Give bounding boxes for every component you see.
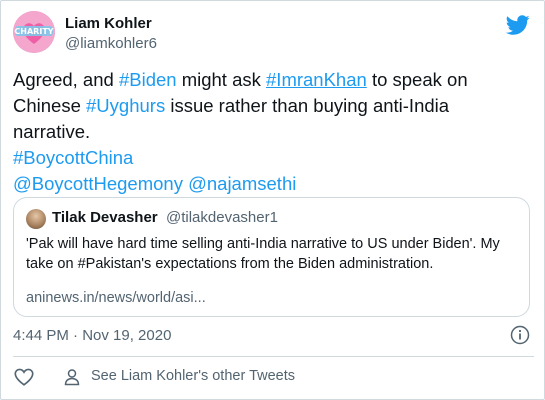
tweet-header: CHARITY Liam Kohler @liamkohler6: [13, 11, 534, 55]
mention-najamsethi[interactable]: @najamsethi: [188, 173, 296, 194]
hashtag-biden[interactable]: #Biden: [119, 69, 177, 90]
author-handle[interactable]: @liamkohler6: [65, 35, 157, 52]
mention-boycotthegemony[interactable]: @BoycottHegemony: [13, 173, 183, 194]
quoted-tweet[interactable]: Tilak Devasher @tilakdevasher1 'Pak will…: [13, 197, 530, 317]
see-other-tweets-label: See Liam Kohler's other Tweets: [91, 368, 295, 384]
quoted-text: 'Pak will have hard time selling anti-In…: [26, 236, 500, 272]
hashtag-uyghurs[interactable]: #Uyghurs: [86, 95, 165, 116]
tweet-line-1: Agreed, and #Biden might ask #ImranKhan …: [13, 67, 528, 93]
divider: [13, 356, 534, 357]
text-segment: Chinese: [13, 95, 87, 116]
author-name[interactable]: Liam Kohler: [65, 15, 152, 32]
quoted-author-name: Tilak Devasher: [52, 209, 158, 226]
tweet-line-3: narrative.: [13, 121, 91, 142]
hashtag-imrankhan[interactable]: #ImranKhan: [266, 69, 367, 90]
text-segment: Agreed, and: [13, 69, 119, 90]
info-icon[interactable]: [510, 325, 530, 345]
person-icon: [64, 369, 80, 386]
quoted-author-handle: @tilakdevasher1: [166, 209, 278, 226]
twitter-bird-icon[interactable]: [506, 13, 530, 37]
avatar-image: CHARITY: [13, 11, 55, 53]
quoted-avatar[interactable]: [26, 209, 46, 229]
tweet-card: CHARITY Liam Kohler @liamkohler6 Agreed,…: [0, 0, 545, 400]
tweet-text: Agreed, and #Biden might ask #ImranKhan …: [13, 67, 528, 197]
tweet-line-5: @BoycottHegemony @najamsethi: [13, 171, 528, 197]
tweet-line-2: Chinese #Uyghurs issue rather than buyin…: [13, 93, 528, 119]
avatar[interactable]: CHARITY: [13, 11, 55, 53]
quoted-link[interactable]: aninews.in/news/world/asi...: [26, 290, 206, 306]
text-segment: might ask: [176, 69, 267, 90]
tweet-timestamp[interactable]: 4:44 PM · Nov 19, 2020: [13, 327, 171, 344]
text-segment: issue rather than buying anti-India: [165, 95, 450, 116]
hashtag-boycottchina[interactable]: #BoycottChina: [13, 145, 528, 171]
heart-icon[interactable]: [13, 366, 35, 388]
text-segment: to speak on: [366, 69, 468, 90]
avatar-text: CHARITY: [14, 27, 53, 36]
